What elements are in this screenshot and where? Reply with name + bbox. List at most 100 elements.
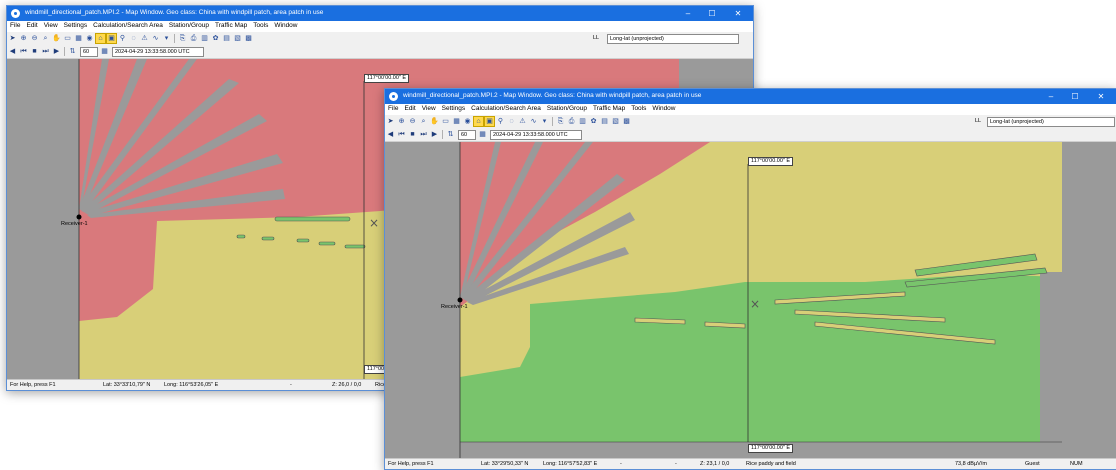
- timestamp-field[interactable]: 2024-04-29 13:33:58.000 UTC: [112, 47, 204, 57]
- zoom-area-icon[interactable]: ⌕: [419, 117, 428, 126]
- table-icon[interactable]: ▩: [244, 34, 253, 43]
- wave-icon[interactable]: ∿: [151, 34, 160, 43]
- grid-icon[interactable]: ▤: [222, 34, 231, 43]
- minimize-button[interactable]: –: [1040, 90, 1062, 103]
- stop-icon[interactable]: ■: [408, 130, 417, 139]
- menu-settings[interactable]: Settings: [439, 104, 469, 112]
- menu-tools[interactable]: Tools: [628, 104, 649, 112]
- step-forward-icon[interactable]: ⏭: [41, 47, 50, 56]
- map-icon[interactable]: ▦: [74, 34, 83, 43]
- select-arrow-icon[interactable]: ➤: [8, 34, 17, 43]
- pan-hand-icon[interactable]: ✋: [52, 34, 61, 43]
- station-icon[interactable]: ⌂: [95, 33, 106, 44]
- signal-icon[interactable]: ◌: [507, 117, 516, 126]
- menu-view[interactable]: View: [419, 104, 439, 112]
- calendar-icon[interactable]: ▦: [100, 47, 109, 56]
- menu-edit[interactable]: Edit: [401, 104, 418, 112]
- close-button[interactable]: ✕: [1090, 90, 1112, 103]
- menu-window[interactable]: Window: [649, 104, 678, 112]
- ruler-icon[interactable]: ▭: [441, 117, 450, 126]
- layers-icon[interactable]: ▧: [233, 34, 242, 43]
- zoom-out-icon[interactable]: ⊖: [30, 34, 39, 43]
- step-back-icon[interactable]: ⏮: [397, 130, 406, 139]
- copy-icon[interactable]: ⎘: [556, 117, 565, 126]
- back-title-bar[interactable]: windmill_directional_patch.MPI.2 - Map W…: [7, 6, 753, 21]
- step-field[interactable]: 60: [458, 130, 476, 140]
- maximize-button[interactable]: ☐: [1064, 90, 1086, 103]
- signal-icon[interactable]: ◌: [129, 34, 138, 43]
- play-icon[interactable]: ▶: [52, 47, 61, 56]
- menu-calculation[interactable]: Calculation/Search Area: [90, 21, 166, 29]
- menu-traffic-map[interactable]: Traffic Map: [590, 104, 628, 112]
- maximize-button[interactable]: ☐: [701, 7, 723, 20]
- rewind-icon[interactable]: ◀: [8, 47, 17, 56]
- binoculars-icon[interactable]: ◉: [463, 117, 472, 126]
- time-step-icon[interactable]: ⇅: [446, 130, 455, 139]
- minimize-button[interactable]: –: [677, 7, 699, 20]
- step-forward-icon[interactable]: ⏭: [419, 130, 428, 139]
- play-icon[interactable]: ▶: [430, 130, 439, 139]
- print-icon[interactable]: ⎙: [189, 34, 198, 43]
- select-arrow-icon[interactable]: ➤: [386, 117, 395, 126]
- chart-icon[interactable]: ▥: [578, 117, 587, 126]
- calendar-icon[interactable]: ▦: [478, 130, 487, 139]
- antenna-icon[interactable]: ⚲: [118, 34, 127, 43]
- status-num: NUM: [1070, 461, 1083, 467]
- front-map-view[interactable]: × 117°00'00.00" E 117°00'00.00" E Receiv…: [385, 142, 1116, 458]
- station-icon[interactable]: ⌂: [473, 116, 484, 127]
- grid-icon[interactable]: ▤: [600, 117, 609, 126]
- front-map-window[interactable]: windmill_directional_patch.MPI.2 - Map W…: [384, 88, 1116, 470]
- menu-station-group[interactable]: Station/Group: [166, 21, 212, 29]
- status-lat: Lat: 33°29'50,33" N: [481, 461, 529, 467]
- menu-window[interactable]: Window: [271, 21, 300, 29]
- front-title-bar[interactable]: windmill_directional_patch.MPI.2 - Map W…: [385, 89, 1116, 104]
- copy-icon[interactable]: ⎘: [178, 34, 187, 43]
- print-icon[interactable]: ⎙: [567, 117, 576, 126]
- menu-tools[interactable]: Tools: [250, 21, 271, 29]
- binoculars-icon[interactable]: ◉: [85, 34, 94, 43]
- palette-icon[interactable]: ✿: [211, 34, 220, 43]
- zoom-out-icon[interactable]: ⊖: [408, 117, 417, 126]
- area-icon[interactable]: ▣: [484, 116, 495, 127]
- status-field-strength: 73,8 dBµV/m: [955, 461, 987, 467]
- projection-select[interactable]: Long-lat (unprojected): [987, 117, 1115, 127]
- stop-icon[interactable]: ■: [30, 47, 39, 56]
- menu-settings[interactable]: Settings: [61, 21, 91, 29]
- chart-icon[interactable]: ▥: [200, 34, 209, 43]
- front-coverage-map[interactable]: ×: [385, 142, 1116, 458]
- zoom-in-icon[interactable]: ⊕: [19, 34, 28, 43]
- menu-edit[interactable]: Edit: [23, 21, 40, 29]
- antenna-icon[interactable]: ⚲: [496, 117, 505, 126]
- dropdown-icon[interactable]: ▾: [540, 117, 549, 126]
- zoom-in-icon[interactable]: ⊕: [397, 117, 406, 126]
- transmitter-marker-icon[interactable]: [457, 297, 463, 303]
- pan-hand-icon[interactable]: ✋: [430, 117, 439, 126]
- menu-traffic-map[interactable]: Traffic Map: [212, 21, 250, 29]
- rewind-icon[interactable]: ◀: [386, 130, 395, 139]
- time-step-icon[interactable]: ⇅: [68, 47, 77, 56]
- menu-file[interactable]: File: [385, 104, 401, 112]
- warning-icon[interactable]: ⚠: [140, 34, 149, 43]
- area-icon[interactable]: ▣: [106, 33, 117, 44]
- projection-select[interactable]: Long-lat (unprojected): [607, 34, 739, 44]
- map-icon[interactable]: ▦: [452, 117, 461, 126]
- app-icon: [389, 92, 398, 101]
- timestamp-field[interactable]: 2024-04-29 13:33:58.000 UTC: [490, 130, 582, 140]
- warning-icon[interactable]: ⚠: [518, 117, 527, 126]
- ruler-icon[interactable]: ▭: [63, 34, 72, 43]
- wave-icon[interactable]: ∿: [529, 117, 538, 126]
- close-button[interactable]: ✕: [727, 7, 749, 20]
- dropdown-icon[interactable]: ▾: [162, 34, 171, 43]
- transmitter-marker-icon[interactable]: [76, 214, 82, 220]
- menu-station-group[interactable]: Station/Group: [544, 104, 590, 112]
- palette-icon[interactable]: ✿: [589, 117, 598, 126]
- menu-file[interactable]: File: [7, 21, 23, 29]
- step-back-icon[interactable]: ⏮: [19, 47, 28, 56]
- layers-icon[interactable]: ▧: [611, 117, 620, 126]
- menu-view[interactable]: View: [41, 21, 61, 29]
- table-icon[interactable]: ▩: [622, 117, 631, 126]
- coord-label-top: 117°00'00.00" E: [748, 157, 794, 166]
- menu-calculation[interactable]: Calculation/Search Area: [468, 104, 544, 112]
- step-field[interactable]: 60: [80, 47, 98, 57]
- zoom-area-icon[interactable]: ⌕: [41, 34, 50, 43]
